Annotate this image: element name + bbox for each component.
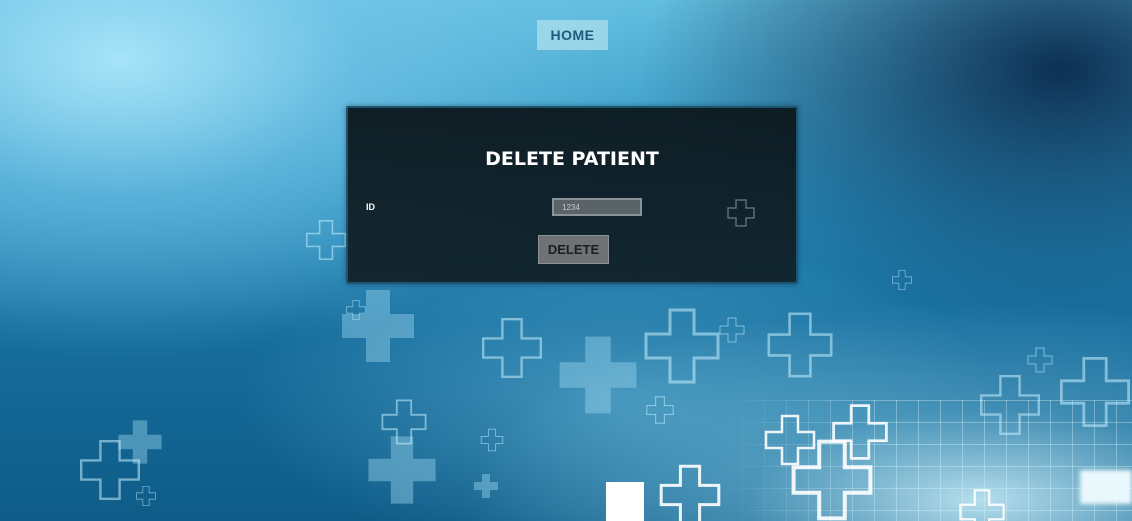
medical-cross-icon (764, 414, 816, 466)
medical-cross-icon (305, 220, 347, 261)
medical-cross-icon (474, 474, 498, 498)
medical-cross-icon (482, 318, 542, 378)
medical-cross-icon (794, 442, 871, 519)
medical-cross-icon (719, 317, 745, 343)
medical-cross-icon (727, 199, 755, 227)
medical-cross-icon (959, 489, 1005, 521)
id-label: ID (366, 202, 375, 212)
medical-cross-icon (1027, 347, 1053, 373)
medical-cross-icon (832, 404, 888, 460)
medical-cross-icon (892, 269, 912, 291)
medical-cross-icon (559, 336, 637, 414)
medical-cross-icon (381, 399, 427, 445)
medical-cross-icon (368, 436, 436, 504)
medical-cross-icon (135, 485, 157, 507)
light-glow (1080, 470, 1132, 504)
patient-id-input[interactable] (552, 198, 642, 216)
medical-cross-icon (480, 428, 504, 452)
home-button[interactable]: HOME (537, 20, 608, 50)
background-grid (720, 400, 1132, 521)
page-background: HOME DELETE PATIENT ID DELETE (0, 0, 1132, 521)
medical-cross-icon (79, 440, 141, 500)
medical-cross-icon (345, 299, 367, 321)
medical-cross-icon (118, 420, 162, 464)
light-glow (606, 482, 644, 521)
delete-patient-panel: DELETE PATIENT ID DELETE (346, 106, 798, 284)
medical-cross-icon (767, 312, 833, 378)
page-title: DELETE PATIENT (485, 148, 659, 170)
medical-cross-icon (644, 308, 720, 384)
medical-cross-icon (1060, 356, 1130, 428)
medical-cross-icon (659, 464, 721, 521)
medical-cross-icon (342, 290, 414, 362)
medical-cross-icon (980, 375, 1041, 435)
delete-button[interactable]: DELETE (538, 235, 609, 264)
medical-cross-icon (646, 396, 674, 424)
